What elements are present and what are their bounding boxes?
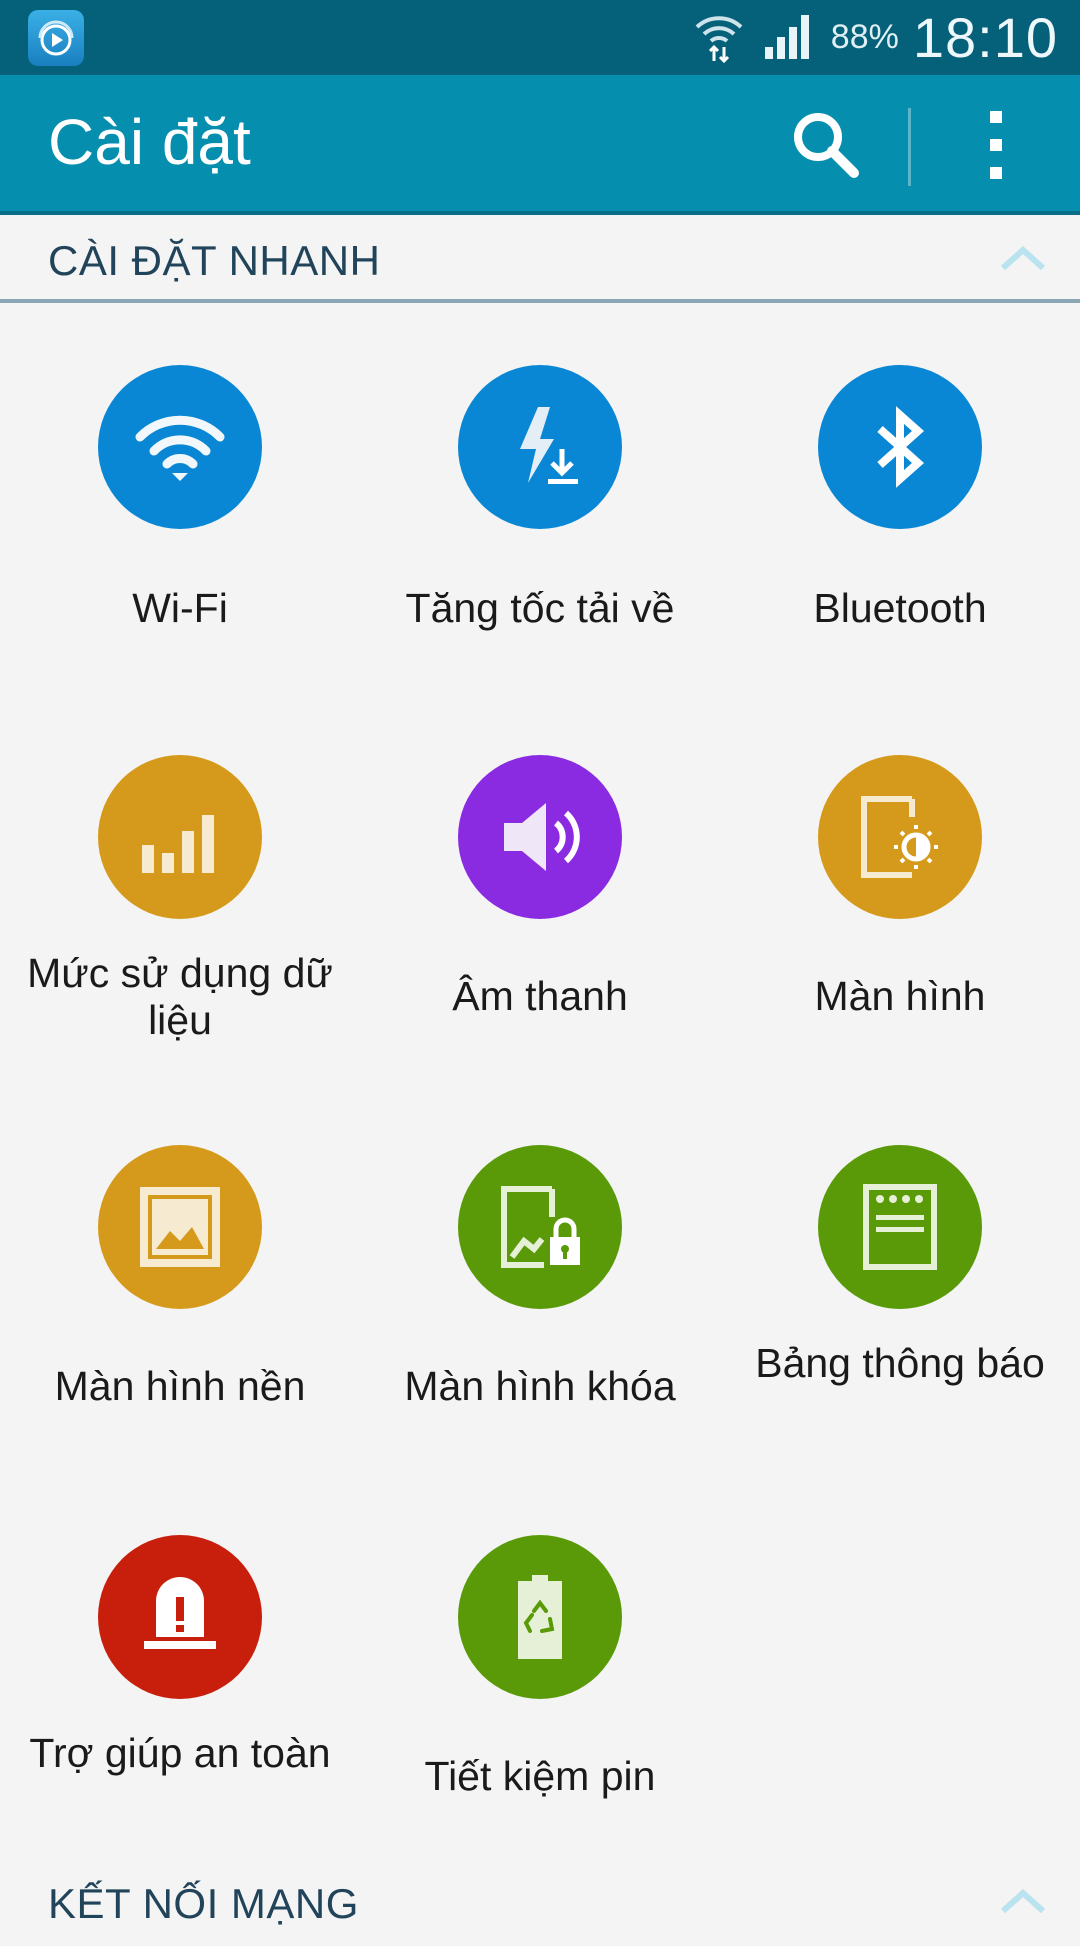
- chevron-up-icon: [1000, 1888, 1046, 1914]
- quick-item-label: Màn hình khóa: [404, 1363, 676, 1409]
- more-vert-icon: [990, 111, 1002, 179]
- wifi-status-icon: [691, 7, 747, 68]
- chevron-up-icon: [1000, 245, 1046, 271]
- quick-item-label: Bluetooth: [813, 585, 987, 631]
- quick-item-label: Tăng tốc tải về: [405, 585, 675, 631]
- quick-item-notification-panel[interactable]: Bảng thông báo: [720, 1145, 1080, 1535]
- sound-icon: [458, 755, 622, 919]
- quick-item-display[interactable]: Màn hình: [720, 755, 1080, 1145]
- network-header[interactable]: KẾT NỐI MẠNG: [0, 1862, 1080, 1946]
- clock: 18:10: [912, 6, 1058, 69]
- quick-item-label: Âm thanh: [452, 973, 628, 1019]
- action-bar: Cài đặt: [0, 75, 1080, 215]
- quick-item-wifi[interactable]: Wi-Fi: [0, 365, 360, 755]
- power-saving-icon: [458, 1535, 622, 1699]
- quick-item-label: Mức sử dụng dữ liệu: [27, 950, 333, 1043]
- lock-screen-icon: [458, 1145, 622, 1309]
- wallpaper-icon: [98, 1145, 262, 1309]
- safety-assistance-icon: [98, 1535, 262, 1699]
- quick-item-lock-screen[interactable]: Màn hình khóa: [360, 1145, 720, 1535]
- wifi-icon: [98, 365, 262, 529]
- display-icon: [818, 755, 982, 919]
- quick-item-wallpaper[interactable]: Màn hình nền: [0, 1145, 360, 1535]
- quick-item-data-usage[interactable]: Mức sử dụng dữ liệu: [0, 755, 360, 1145]
- quick-item-label: Màn hình nền: [54, 1363, 306, 1409]
- more-options-button[interactable]: [968, 103, 1024, 187]
- bluetooth-icon: [818, 365, 982, 529]
- data-usage-icon: [98, 755, 262, 919]
- search-button[interactable]: [786, 105, 866, 185]
- signal-strength-icon: [761, 9, 817, 66]
- quick-item-label: Wi-Fi: [132, 585, 228, 631]
- app-notification-icon: [28, 10, 84, 66]
- quick-settings-header[interactable]: CÀI ĐẶT NHANH: [0, 219, 1080, 303]
- quick-item-download-booster[interactable]: Tăng tốc tải về: [360, 365, 720, 755]
- quick-item-label: Bảng thông báo: [755, 1340, 1045, 1386]
- status-bar: 88% 18:10: [0, 0, 1080, 75]
- page-title: Cài đặt: [48, 106, 251, 178]
- download-booster-icon: [458, 365, 622, 529]
- quick-item-bluetooth[interactable]: Bluetooth: [720, 365, 1080, 755]
- quick-item-label: Tiết kiệm pin: [424, 1753, 656, 1799]
- action-divider: [908, 108, 911, 186]
- section-divider: [0, 299, 1080, 303]
- quick-item-sound[interactable]: Âm thanh: [360, 755, 720, 1145]
- battery-level: 88%: [830, 18, 899, 56]
- search-icon: [794, 113, 859, 178]
- notification-panel-icon: [818, 1145, 982, 1309]
- section-title-quick-settings: CÀI ĐẶT NHANH: [48, 237, 381, 284]
- quick-item-label: Màn hình: [814, 973, 986, 1019]
- quick-item-label: Trợ giúp an toàn: [29, 1730, 331, 1776]
- section-title-network: KẾT NỐI MẠNG: [48, 1880, 359, 1927]
